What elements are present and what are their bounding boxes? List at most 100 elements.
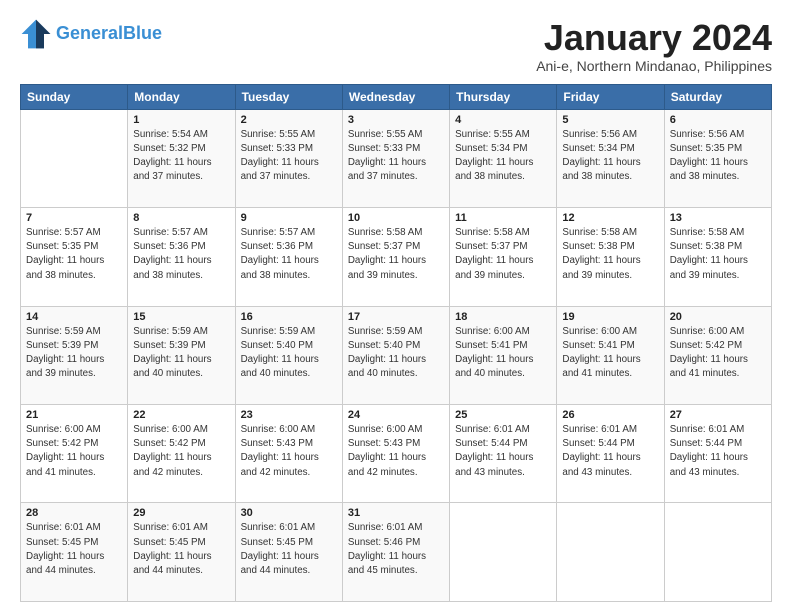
day-number: 5 bbox=[562, 114, 658, 126]
day-info: Sunrise: 6:01 AM Sunset: 5:45 PM Dayligh… bbox=[241, 521, 337, 578]
calendar: SundayMondayTuesdayWednesdayThursdayFrid… bbox=[20, 84, 772, 602]
calendar-cell bbox=[557, 503, 664, 602]
day-info: Sunrise: 5:58 AM Sunset: 5:38 PM Dayligh… bbox=[562, 226, 658, 283]
day-info: Sunrise: 6:00 AM Sunset: 5:42 PM Dayligh… bbox=[133, 423, 229, 480]
calendar-body: 1 Sunrise: 5:54 AM Sunset: 5:32 PM Daylig… bbox=[21, 109, 772, 601]
day-info: Sunrise: 6:01 AM Sunset: 5:44 PM Dayligh… bbox=[562, 423, 658, 480]
day-number: 3 bbox=[348, 114, 444, 126]
day-number: 15 bbox=[133, 311, 229, 323]
day-info: Sunrise: 6:01 AM Sunset: 5:44 PM Dayligh… bbox=[455, 423, 551, 480]
calendar-cell bbox=[21, 109, 128, 207]
calendar-cell: 18 Sunrise: 6:00 AM Sunset: 5:41 PM Dayli… bbox=[450, 306, 557, 404]
calendar-cell: 7Sunrise: 5:57 AM Sunset: 5:35 PM Daylig… bbox=[21, 208, 128, 306]
day-info: Sunrise: 5:56 AM Sunset: 5:35 PM Dayligh… bbox=[670, 128, 766, 185]
calendar-cell: 17 Sunrise: 5:59 AM Sunset: 5:40 PM Dayli… bbox=[342, 306, 449, 404]
day-number: 6 bbox=[670, 114, 766, 126]
day-info: Sunrise: 6:01 AM Sunset: 5:44 PM Dayligh… bbox=[670, 423, 766, 480]
calendar-cell: 21Sunrise: 6:00 AM Sunset: 5:42 PM Dayli… bbox=[21, 405, 128, 503]
calendar-week-5: 28 Sunrise: 6:01 AM Sunset: 5:45 PM Dayli… bbox=[21, 503, 772, 602]
header-right: January 2024 Ani-e, Northern Mindanao, P… bbox=[536, 18, 772, 74]
day-info: Sunrise: 6:01 AM Sunset: 5:46 PM Dayligh… bbox=[348, 521, 444, 578]
day-info: Sunrise: 5:55 AM Sunset: 5:34 PM Dayligh… bbox=[455, 128, 551, 185]
header: GeneralBlue January 2024 Ani-e, Northern… bbox=[20, 18, 772, 74]
day-number: 10 bbox=[348, 212, 444, 224]
day-number: 16 bbox=[241, 311, 337, 323]
day-info: Sunrise: 6:00 AM Sunset: 5:41 PM Dayligh… bbox=[455, 325, 551, 382]
day-info: Sunrise: 5:57 AM Sunset: 5:36 PM Dayligh… bbox=[133, 226, 229, 283]
calendar-cell: 30 Sunrise: 6:01 AM Sunset: 5:45 PM Dayli… bbox=[235, 503, 342, 602]
logo-line2: Blue bbox=[123, 23, 162, 43]
day-info: Sunrise: 5:55 AM Sunset: 5:33 PM Dayligh… bbox=[348, 128, 444, 185]
day-number: 19 bbox=[562, 311, 658, 323]
day-of-week-wednesday: Wednesday bbox=[342, 84, 449, 109]
day-info: Sunrise: 6:00 AM Sunset: 5:41 PM Dayligh… bbox=[562, 325, 658, 382]
day-number: 12 bbox=[562, 212, 658, 224]
day-of-week-row: SundayMondayTuesdayWednesdayThursdayFrid… bbox=[21, 84, 772, 109]
logo-text: GeneralBlue bbox=[56, 24, 162, 44]
day-number: 30 bbox=[241, 507, 337, 519]
day-info: Sunrise: 6:00 AM Sunset: 5:42 PM Dayligh… bbox=[26, 423, 122, 480]
day-of-week-sunday: Sunday bbox=[21, 84, 128, 109]
day-info: Sunrise: 6:00 AM Sunset: 5:42 PM Dayligh… bbox=[670, 325, 766, 382]
calendar-cell: 20 Sunrise: 6:00 AM Sunset: 5:42 PM Dayli… bbox=[664, 306, 771, 404]
calendar-cell: 22 Sunrise: 6:00 AM Sunset: 5:42 PM Dayli… bbox=[128, 405, 235, 503]
day-number: 11 bbox=[455, 212, 551, 224]
calendar-cell: 8 Sunrise: 5:57 AM Sunset: 5:36 PM Daylig… bbox=[128, 208, 235, 306]
calendar-cell: 3 Sunrise: 5:55 AM Sunset: 5:33 PM Daylig… bbox=[342, 109, 449, 207]
calendar-header: SundayMondayTuesdayWednesdayThursdayFrid… bbox=[21, 84, 772, 109]
day-number: 18 bbox=[455, 311, 551, 323]
calendar-week-2: 7Sunrise: 5:57 AM Sunset: 5:35 PM Daylig… bbox=[21, 208, 772, 306]
calendar-cell: 28Sunrise: 6:01 AM Sunset: 5:45 PM Dayli… bbox=[21, 503, 128, 602]
calendar-cell bbox=[450, 503, 557, 602]
day-of-week-saturday: Saturday bbox=[664, 84, 771, 109]
day-info: Sunrise: 5:58 AM Sunset: 5:37 PM Dayligh… bbox=[455, 226, 551, 283]
day-of-week-monday: Monday bbox=[128, 84, 235, 109]
day-number: 28 bbox=[26, 507, 122, 519]
logo: GeneralBlue bbox=[20, 18, 162, 50]
day-number: 22 bbox=[133, 409, 229, 421]
calendar-cell bbox=[664, 503, 771, 602]
calendar-cell: 31Sunrise: 6:01 AM Sunset: 5:46 PM Dayli… bbox=[342, 503, 449, 602]
calendar-cell: 10Sunrise: 5:58 AM Sunset: 5:37 PM Dayli… bbox=[342, 208, 449, 306]
day-info: Sunrise: 5:59 AM Sunset: 5:40 PM Dayligh… bbox=[241, 325, 337, 382]
logo-line1: General bbox=[56, 23, 123, 43]
month-title: January 2024 bbox=[536, 18, 772, 58]
day-of-week-thursday: Thursday bbox=[450, 84, 557, 109]
calendar-cell: 1 Sunrise: 5:54 AM Sunset: 5:32 PM Daylig… bbox=[128, 109, 235, 207]
day-number: 9 bbox=[241, 212, 337, 224]
day-info: Sunrise: 6:01 AM Sunset: 5:45 PM Dayligh… bbox=[133, 521, 229, 578]
location: Ani-e, Northern Mindanao, Philippines bbox=[536, 58, 772, 74]
calendar-cell: 4 Sunrise: 5:55 AM Sunset: 5:34 PM Daylig… bbox=[450, 109, 557, 207]
day-number: 20 bbox=[670, 311, 766, 323]
calendar-cell: 26 Sunrise: 6:01 AM Sunset: 5:44 PM Dayli… bbox=[557, 405, 664, 503]
calendar-cell: 19 Sunrise: 6:00 AM Sunset: 5:41 PM Dayli… bbox=[557, 306, 664, 404]
day-number: 17 bbox=[348, 311, 444, 323]
calendar-cell: 5Sunrise: 5:56 AM Sunset: 5:34 PM Daylig… bbox=[557, 109, 664, 207]
day-info: Sunrise: 5:59 AM Sunset: 5:39 PM Dayligh… bbox=[133, 325, 229, 382]
calendar-cell: 12 Sunrise: 5:58 AM Sunset: 5:38 PM Dayli… bbox=[557, 208, 664, 306]
calendar-cell: 16 Sunrise: 5:59 AM Sunset: 5:40 PM Dayli… bbox=[235, 306, 342, 404]
day-number: 29 bbox=[133, 507, 229, 519]
day-number: 24 bbox=[348, 409, 444, 421]
calendar-cell: 2Sunrise: 5:55 AM Sunset: 5:33 PM Daylig… bbox=[235, 109, 342, 207]
day-info: Sunrise: 5:57 AM Sunset: 5:36 PM Dayligh… bbox=[241, 226, 337, 283]
day-number: 4 bbox=[455, 114, 551, 126]
day-number: 25 bbox=[455, 409, 551, 421]
calendar-week-1: 1 Sunrise: 5:54 AM Sunset: 5:32 PM Daylig… bbox=[21, 109, 772, 207]
calendar-week-4: 21Sunrise: 6:00 AM Sunset: 5:42 PM Dayli… bbox=[21, 405, 772, 503]
day-info: Sunrise: 5:54 AM Sunset: 5:32 PM Dayligh… bbox=[133, 128, 229, 185]
day-number: 26 bbox=[562, 409, 658, 421]
calendar-cell: 24Sunrise: 6:00 AM Sunset: 5:43 PM Dayli… bbox=[342, 405, 449, 503]
calendar-cell: 23Sunrise: 6:00 AM Sunset: 5:43 PM Dayli… bbox=[235, 405, 342, 503]
calendar-cell: 25 Sunrise: 6:01 AM Sunset: 5:44 PM Dayli… bbox=[450, 405, 557, 503]
day-number: 14 bbox=[26, 311, 122, 323]
day-info: Sunrise: 5:55 AM Sunset: 5:33 PM Dayligh… bbox=[241, 128, 337, 185]
logo-icon bbox=[20, 18, 52, 50]
day-number: 8 bbox=[133, 212, 229, 224]
page: GeneralBlue January 2024 Ani-e, Northern… bbox=[0, 0, 792, 612]
day-number: 13 bbox=[670, 212, 766, 224]
calendar-week-3: 14 Sunrise: 5:59 AM Sunset: 5:39 PM Dayli… bbox=[21, 306, 772, 404]
day-number: 1 bbox=[133, 114, 229, 126]
day-of-week-tuesday: Tuesday bbox=[235, 84, 342, 109]
day-info: Sunrise: 5:59 AM Sunset: 5:40 PM Dayligh… bbox=[348, 325, 444, 382]
